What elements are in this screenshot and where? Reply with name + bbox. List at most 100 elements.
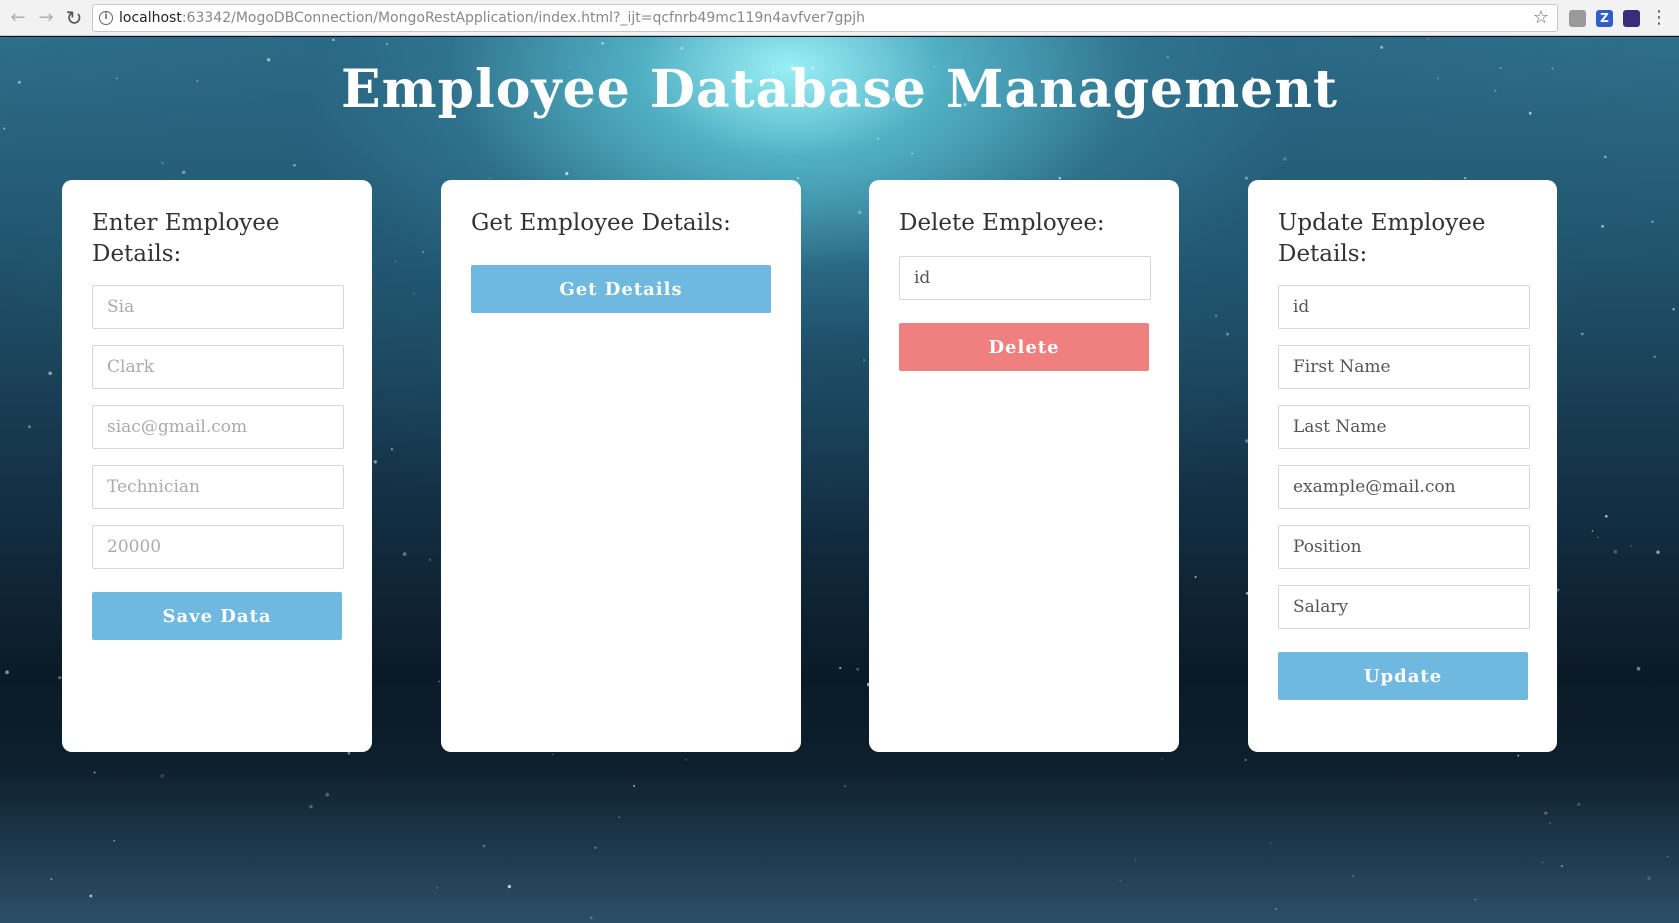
star-particle [863, 359, 866, 362]
info-icon[interactable]: i [99, 11, 113, 25]
email-input[interactable] [92, 405, 344, 449]
back-arrow-icon[interactable]: ← [6, 6, 30, 30]
kebab-menu-icon[interactable]: ⋮ [1650, 6, 1668, 30]
browser-toolbar: ← → ↻ i localhost:63342/MogoDBConnection… [0, 0, 1679, 36]
salary-input[interactable] [92, 525, 344, 569]
update-last-name-input[interactable] [1278, 405, 1530, 449]
star-particle [89, 894, 93, 898]
star-particle [5, 670, 9, 675]
star-particle [395, 260, 397, 262]
star-particle [428, 558, 432, 562]
update-email-input[interactable] [1278, 465, 1530, 509]
star-particle [565, 172, 569, 176]
star-particle [1604, 514, 1608, 518]
star-particle [3, 127, 6, 130]
star-particle [482, 844, 486, 848]
update-salary-input[interactable] [1278, 585, 1530, 629]
address-bar[interactable]: i localhost:63342/MogoDBConnection/Mongo… [92, 4, 1558, 32]
star-particle [1542, 861, 1544, 863]
bookmark-star-icon[interactable]: ☆ [1533, 5, 1549, 31]
star-particle [1544, 811, 1548, 815]
star-particle [1474, 898, 1477, 901]
page-background: Employee Database Management Enter Emplo… [0, 37, 1679, 923]
star-particle [1134, 858, 1136, 861]
zotero-extension-icon[interactable]: Z [1596, 10, 1613, 27]
star-particle [1577, 802, 1581, 807]
page-title: Employee Database Management [340, 59, 1339, 120]
star-particle [293, 164, 296, 167]
star-particle [1597, 536, 1599, 539]
update-id-input[interactable] [1278, 285, 1530, 329]
last-name-input[interactable] [92, 345, 344, 389]
star-particle [1604, 155, 1607, 159]
star-particle [113, 839, 115, 842]
update-position-input[interactable] [1278, 525, 1530, 569]
delete-employee-card: Delete Employee: Delete [869, 180, 1179, 752]
star-particle [1591, 530, 1594, 532]
star-particle [1672, 307, 1675, 311]
position-input[interactable] [92, 465, 344, 509]
star-particle [594, 846, 597, 849]
star-particle [182, 170, 186, 175]
star-particle [386, 42, 389, 45]
star-particle [402, 552, 407, 556]
star-particle [1352, 874, 1355, 878]
card-title: Get Employee Details: [471, 210, 731, 236]
enter-employee-card: Enter Employee Details: Save Data [62, 180, 372, 752]
star-particle [1653, 355, 1656, 358]
star-particle [680, 46, 684, 50]
star-particle [1647, 876, 1651, 880]
star-particle [161, 161, 164, 165]
reload-icon[interactable]: ↻ [62, 6, 86, 30]
star-particle [1119, 880, 1121, 882]
star-particle [876, 137, 880, 140]
star-particle [1666, 856, 1669, 858]
star-particle [1283, 157, 1287, 161]
extension-icon[interactable] [1623, 10, 1640, 27]
star-particle [1636, 666, 1641, 671]
card-title: Delete Employee: [899, 210, 1105, 236]
get-details-button[interactable]: Get Details [471, 265, 771, 313]
save-data-button[interactable]: Save Data [92, 592, 342, 640]
star-particle [390, 448, 393, 451]
star-particle [618, 816, 620, 818]
star-particle [309, 804, 313, 809]
extension-icon[interactable] [1569, 10, 1586, 27]
card-title: Enter Employee Details: [92, 210, 280, 267]
first-name-input[interactable] [92, 285, 344, 329]
delete-id-input[interactable] [899, 256, 1151, 300]
star-particle [633, 784, 636, 787]
delete-button[interactable]: Delete [899, 323, 1149, 371]
star-particle [601, 41, 604, 45]
star-particle [1244, 176, 1248, 180]
star-particle [1548, 822, 1551, 825]
get-employee-card: Get Employee Details: Get Details [441, 180, 801, 752]
star-particle [1656, 550, 1660, 554]
star-particle [1058, 176, 1061, 180]
star-particle [1630, 545, 1632, 547]
star-particle [1427, 38, 1429, 40]
star-particle [1380, 45, 1384, 49]
update-first-name-input[interactable] [1278, 345, 1530, 389]
update-button[interactable]: Update [1278, 652, 1528, 700]
star-particle [488, 177, 491, 179]
star-particle [1214, 314, 1218, 317]
forward-arrow-icon[interactable]: → [34, 6, 58, 30]
star-particle [1464, 176, 1467, 180]
star-particle [856, 667, 860, 671]
star-particle [438, 680, 440, 683]
star-particle [436, 887, 439, 889]
url-text: localhost:63342/MogoDBConnection/MongoRe… [119, 10, 866, 26]
star-particle [347, 751, 351, 755]
star-particle [413, 292, 416, 295]
star-particle [1244, 758, 1247, 762]
star-particle [48, 371, 53, 376]
star-particle [325, 792, 330, 797]
star-particle [590, 916, 593, 920]
star-particle [1269, 842, 1271, 845]
star-particle [551, 753, 554, 756]
star-particle [857, 210, 862, 215]
star-particle [1161, 757, 1164, 760]
star-particle [160, 774, 165, 778]
star-particle [1601, 224, 1605, 228]
